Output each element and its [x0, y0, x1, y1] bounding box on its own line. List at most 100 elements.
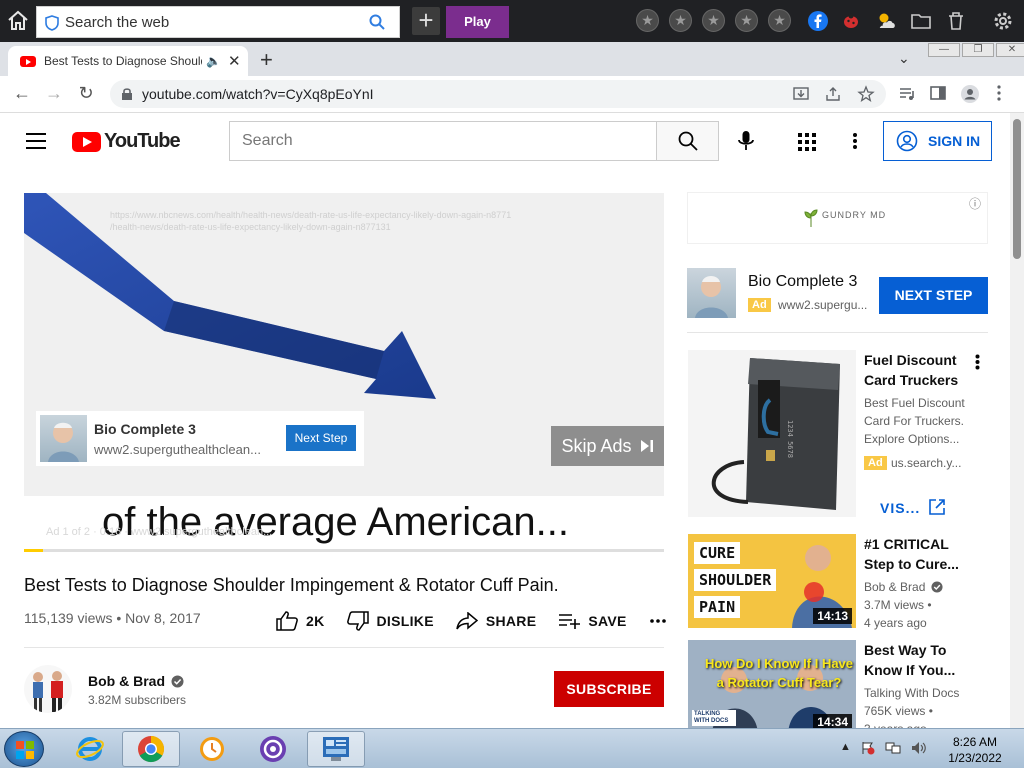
- video-channel[interactable]: Talking With Docs: [864, 684, 959, 702]
- search-input[interactable]: [230, 122, 656, 160]
- address-bar[interactable]: youtube.com/watch?v=CyXq8pEoYnI: [110, 80, 886, 108]
- promoted-ad-card[interactable]: 1234 5678 Fuel Discount Card Truckers Be…: [688, 350, 988, 518]
- trash-icon[interactable]: [945, 10, 967, 32]
- dislike-button[interactable]: DISLIKE: [346, 611, 434, 631]
- close-window-button[interactable]: ✕: [996, 43, 1024, 57]
- recommended-video[interactable]: How Do I Know If I Have a Rotator Cuff T…: [688, 640, 988, 728]
- video-title[interactable]: Best Way To Know If You...: [864, 640, 964, 680]
- player-ad-overlay[interactable]: Bio Complete 3 www2.superguthealthclean.…: [36, 411, 364, 466]
- settings-more-icon[interactable]: [852, 132, 858, 150]
- scrollbar-thumb[interactable]: [1013, 119, 1021, 259]
- video-title: Best Tests to Diagnose Shoulder Impingem…: [24, 575, 559, 595]
- window-controls: — ❐ ✕: [928, 43, 1024, 57]
- companion-ad[interactable]: Bio Complete 3 Ad www2.supergu... NEXT S…: [687, 263, 988, 333]
- bookmark-star-icon[interactable]: [857, 85, 875, 103]
- star-icon[interactable]: ★: [636, 9, 659, 32]
- star-icon[interactable]: ★: [669, 9, 692, 32]
- weather-icon[interactable]: [874, 10, 896, 32]
- new-tab-button[interactable]: +: [260, 47, 273, 73]
- facebook-icon[interactable]: [807, 10, 829, 32]
- video-channel[interactable]: Bob & Brad: [864, 578, 943, 596]
- close-tab-icon[interactable]: ✕: [228, 52, 241, 70]
- star-icon[interactable]: ★: [735, 9, 758, 32]
- recommended-video[interactable]: CURE SHOULDER PAIN 14:13 #1 CRITICAL Ste…: [688, 534, 988, 630]
- internet-explorer-taskbar-button[interactable]: [61, 731, 119, 767]
- video-title[interactable]: #1 CRITICAL Step to Cure...: [864, 534, 964, 574]
- channel-avatar[interactable]: [24, 665, 72, 713]
- video-progress-fill: [24, 549, 44, 552]
- back-icon[interactable]: ←: [12, 84, 32, 104]
- promoted-ad-title[interactable]: Fuel Discount Card Truckers: [864, 350, 964, 390]
- next-step-button[interactable]: Next Step: [286, 425, 356, 451]
- svg-text:1234 5678: 1234 5678: [786, 420, 794, 458]
- ad-badge: Ad: [864, 456, 887, 470]
- action-center-icon[interactable]: [861, 741, 875, 755]
- microphone-icon[interactable]: [736, 130, 756, 152]
- network-icon[interactable]: [885, 741, 901, 755]
- companion-ad-site: www2.supergu...: [778, 298, 868, 312]
- speaker-icon[interactable]: 🔈: [206, 54, 221, 68]
- chrome-taskbar-button[interactable]: [122, 731, 180, 767]
- side-panel-icon[interactable]: [929, 84, 947, 102]
- maximize-button[interactable]: ❐: [962, 43, 994, 57]
- clock-app-icon: [200, 737, 224, 761]
- at-sign-app-icon: [260, 736, 286, 762]
- search-app-taskbar-button[interactable]: [244, 731, 302, 767]
- internet-explorer-icon: [76, 737, 104, 761]
- volume-icon[interactable]: [911, 741, 927, 755]
- play-button[interactable]: Play: [446, 6, 509, 38]
- ladybug-icon[interactable]: [840, 10, 862, 32]
- share-button[interactable]: SHARE: [456, 612, 537, 630]
- search-icon[interactable]: [369, 14, 385, 30]
- visit-site-button[interactable]: VIS...: [864, 496, 974, 528]
- install-icon[interactable]: [792, 85, 810, 103]
- next-step-button[interactable]: NEXT STEP: [879, 277, 988, 314]
- control-panel-taskbar-button[interactable]: [307, 731, 365, 767]
- save-button[interactable]: SAVE: [558, 613, 626, 629]
- star-icon[interactable]: ★: [702, 9, 725, 32]
- folder-icon[interactable]: [910, 10, 932, 32]
- menu-icon[interactable]: [26, 133, 46, 149]
- more-actions-button[interactable]: [649, 618, 667, 624]
- channel-name[interactable]: Bob & Brad: [88, 673, 184, 689]
- thumb-word: CURE: [694, 542, 741, 564]
- more-options-icon[interactable]: [975, 354, 980, 370]
- gundry-leaf-icon: [804, 209, 818, 227]
- browser-menu-icon[interactable]: [996, 84, 1002, 102]
- star-icon[interactable]: ★: [768, 9, 791, 32]
- video-progress-bar[interactable]: [24, 549, 664, 552]
- youtube-logo[interactable]: YouTube: [72, 130, 181, 153]
- web-search-box[interactable]: Search the web: [36, 6, 400, 38]
- start-button[interactable]: [4, 731, 44, 767]
- page-scrollbar[interactable]: [1010, 113, 1024, 728]
- video-views: 3.7M views •: [864, 598, 932, 612]
- search-button[interactable]: [656, 121, 719, 161]
- lock-icon[interactable]: [121, 87, 133, 101]
- sign-in-button[interactable]: SIGN IN: [883, 121, 992, 161]
- share-icon[interactable]: [824, 85, 842, 103]
- reload-icon[interactable]: ↻: [76, 84, 96, 104]
- skip-ads-button[interactable]: Skip Ads: [551, 426, 664, 466]
- video-player[interactable]: https://www.nbcnews.com/health/health-ne…: [24, 193, 664, 552]
- minimize-button[interactable]: —: [928, 43, 960, 57]
- banner-ad[interactable]: GUNDRY MD ⓘ: [687, 192, 988, 244]
- apps-grid-icon[interactable]: [798, 133, 816, 151]
- divider: [24, 647, 664, 648]
- media-control-icon[interactable]: [897, 84, 917, 104]
- like-button[interactable]: 2K: [276, 611, 325, 631]
- taskbar-clock[interactable]: 8:26 AM 1/23/2022: [940, 734, 1010, 766]
- home-icon[interactable]: [6, 9, 30, 33]
- browser-tab[interactable]: Best Tests to Diagnose Shoulder Impingem…: [8, 46, 248, 76]
- profile-icon[interactable]: [960, 84, 980, 104]
- tray-expand-icon[interactable]: ▲: [840, 741, 851, 755]
- subscribe-button[interactable]: SUBSCRIBE: [554, 671, 664, 707]
- forward-icon[interactable]: →: [44, 84, 64, 104]
- video-meta: 115,139 views • Nov 8, 2017: [24, 610, 201, 626]
- add-button[interactable]: +: [412, 7, 440, 35]
- clock-time: 8:26 AM: [952, 735, 998, 749]
- clock-date: 1/23/2022: [948, 751, 1002, 765]
- gear-icon[interactable]: [992, 10, 1014, 32]
- chevron-down-icon[interactable]: ⌄: [898, 50, 910, 67]
- ad-info-icon[interactable]: ⓘ: [969, 195, 981, 212]
- clock-app-taskbar-button[interactable]: [183, 731, 241, 767]
